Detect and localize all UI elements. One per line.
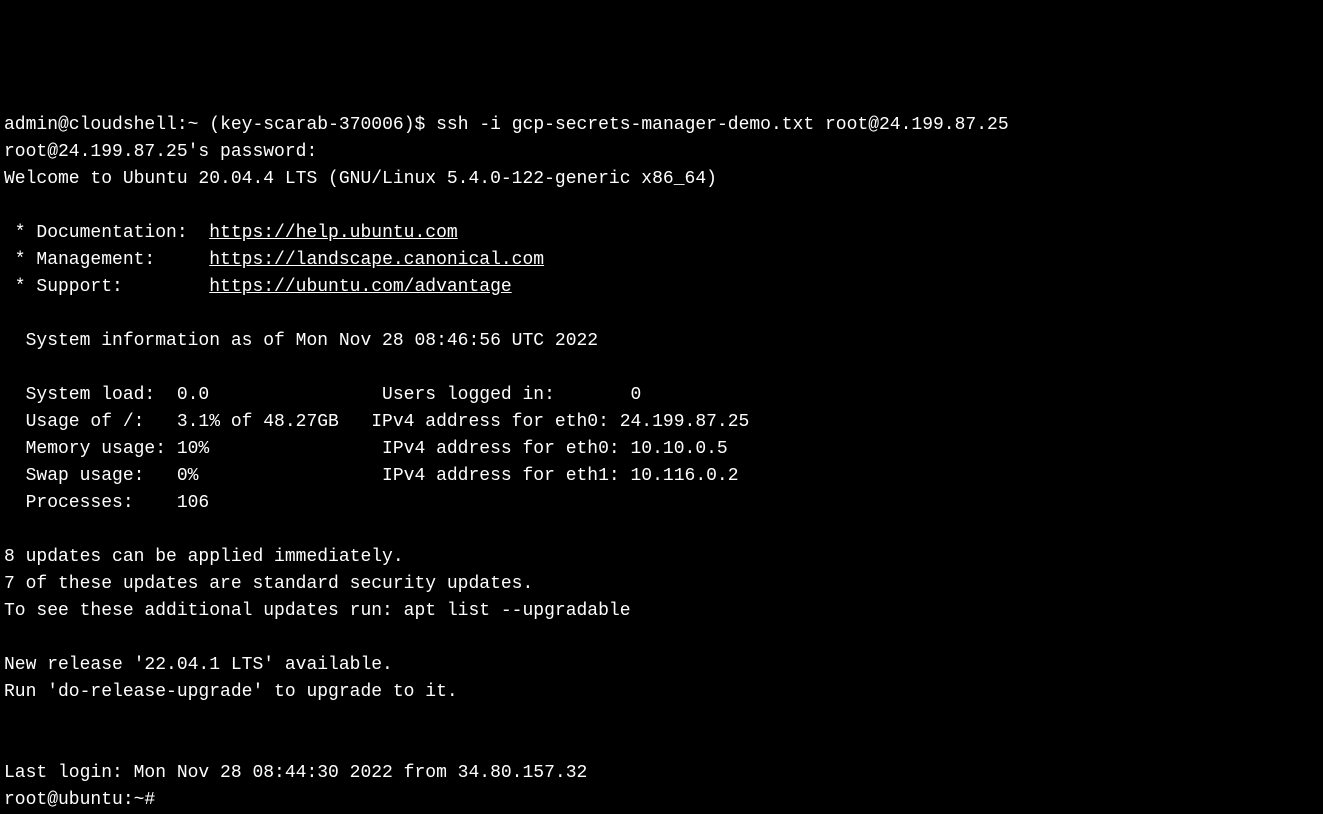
- updates-line: 8 updates can be applied immediately.: [4, 547, 404, 567]
- doc-label: * Documentation:: [4, 223, 209, 243]
- release-line: New release '22.04.1 LTS' available.: [4, 655, 393, 675]
- support-label: * Support:: [4, 277, 209, 297]
- stat-line: Memory usage: 10% IPv4 address for eth0:…: [4, 439, 728, 459]
- terminal-output[interactable]: admin@cloudshell:~ (key-scarab-370006)$ …: [4, 115, 1009, 810]
- updates-line: 7 of these updates are standard security…: [4, 574, 533, 594]
- stat-line: Usage of /: 3.1% of 48.27GB IPv4 address…: [4, 412, 749, 432]
- documentation-link[interactable]: https://help.ubuntu.com: [209, 223, 457, 243]
- mgmt-label: * Management:: [4, 250, 209, 270]
- password-prompt: root@24.199.87.25's password:: [4, 142, 317, 162]
- release-line: Run 'do-release-upgrade' to upgrade to i…: [4, 682, 458, 702]
- updates-line: To see these additional updates run: apt…: [4, 601, 631, 621]
- shell-prompt[interactable]: root@ubuntu:~#: [4, 790, 155, 810]
- management-link[interactable]: https://landscape.canonical.com: [209, 250, 544, 270]
- sysinfo-header: System information as of Mon Nov 28 08:4…: [4, 331, 598, 351]
- shell-prompt: admin@cloudshell:~ (key-scarab-370006)$: [4, 115, 425, 135]
- support-link[interactable]: https://ubuntu.com/advantage: [209, 277, 511, 297]
- stat-line: Processes: 106: [4, 493, 209, 513]
- stat-line: System load: 0.0 Users logged in: 0: [4, 385, 641, 405]
- ssh-command: ssh -i gcp-secrets-manager-demo.txt root…: [436, 115, 1009, 135]
- welcome-message: Welcome to Ubuntu 20.04.4 LTS (GNU/Linux…: [4, 169, 717, 189]
- last-login: Last login: Mon Nov 28 08:44:30 2022 fro…: [4, 763, 587, 783]
- stat-line: Swap usage: 0% IPv4 address for eth1: 10…: [4, 466, 739, 486]
